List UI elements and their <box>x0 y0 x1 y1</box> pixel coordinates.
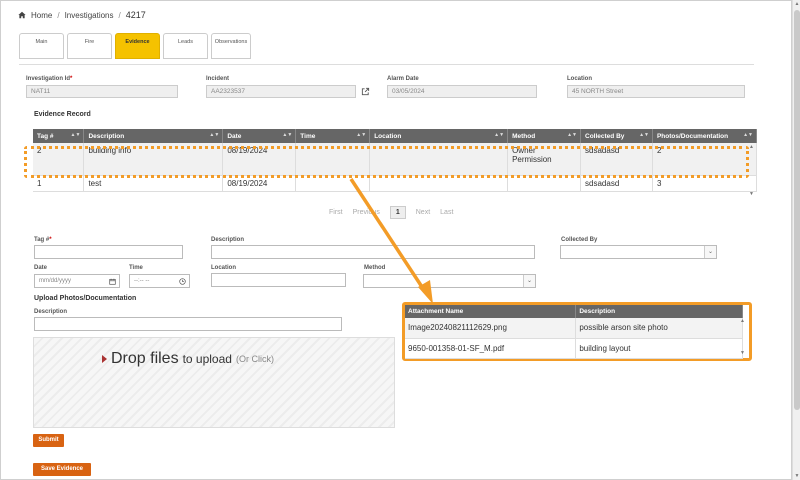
date-label: Date <box>34 265 48 271</box>
submit-button[interactable]: Submit <box>33 434 64 447</box>
attachments-header: Attachment Name Description <box>405 305 743 318</box>
time-placeholder: --:-- -- <box>134 278 150 284</box>
pager-next[interactable]: Next <box>416 209 430 216</box>
col-tag[interactable]: Tag # ▲▼ <box>33 129 85 143</box>
tab-main[interactable]: Main <box>19 33 64 59</box>
sort-icon: ▲▼ <box>209 132 220 138</box>
location-label: Location <box>567 76 592 82</box>
scroll-thumb[interactable] <box>794 10 800 410</box>
sort-icon: ▲▼ <box>494 132 505 138</box>
upload-title: Upload Photos/Documentation <box>34 295 137 302</box>
calendar-icon[interactable] <box>109 278 116 285</box>
dropzone-label[interactable]: Drop files to upload (Or Click) <box>102 350 274 368</box>
col-location[interactable]: Location ▲▼ <box>369 129 509 143</box>
sort-icon: ▲▼ <box>743 132 753 138</box>
method-select[interactable]: ⌄ <box>363 274 536 288</box>
caret-right-icon <box>102 355 107 363</box>
collected-by-select[interactable]: ⌄ <box>560 245 717 259</box>
col-time[interactable]: Time ▲▼ <box>295 129 371 143</box>
scroll-up-icon[interactable]: ▲ <box>740 318 745 324</box>
drop-hint-text: (Or Click) <box>235 354 274 364</box>
tab-fire[interactable]: Fire <box>67 33 112 59</box>
location-form-label: Location <box>211 265 236 271</box>
scroll-up-icon[interactable]: ▲ <box>794 1 800 7</box>
pager-page[interactable]: 1 <box>389 206 406 219</box>
tab-divider <box>19 64 754 65</box>
tab-leads[interactable]: Leads <box>163 33 208 59</box>
breadcrumb-home[interactable]: Home <box>31 11 52 20</box>
investigation-id-label: Investigation Id* <box>26 76 73 82</box>
chevron-down-icon: ⌄ <box>704 246 716 258</box>
row-highlight <box>24 146 749 178</box>
sort-icon: ▲▼ <box>356 132 367 138</box>
sort-icon: ▲▼ <box>639 132 649 138</box>
tab-observations[interactable]: Observations <box>211 33 251 59</box>
breadcrumb-separator: / <box>118 10 121 20</box>
pager-last[interactable]: Last <box>440 209 453 216</box>
sort-icon: ▲▼ <box>70 132 81 138</box>
cell-attachment-name[interactable]: Image20240821112629.png <box>405 318 577 339</box>
breadcrumb-current: 4217 <box>125 10 146 20</box>
date-input[interactable]: mm/dd/yyyy <box>34 274 120 288</box>
col-photos[interactable]: Photos/Documentation ▲▼ <box>652 129 758 143</box>
drop-sub-text: to upload <box>182 352 232 366</box>
cell-attachment-description: building layout <box>575 338 743 359</box>
method-label: Method <box>364 265 386 271</box>
alarm-date-label: Alarm Date <box>387 76 419 82</box>
pager-first[interactable]: First <box>329 209 343 216</box>
breadcrumb-separator: / <box>57 10 60 20</box>
upload-description-label: Description <box>34 309 68 315</box>
evidence-table-header: Tag # ▲▼ Description ▲▼ Date ▲▼ Time ▲▼ Loca… <box>33 129 758 143</box>
clock-icon[interactable] <box>179 278 186 285</box>
sort-icon: ▲▼ <box>282 132 293 138</box>
home-icon <box>18 11 26 19</box>
location-input[interactable] <box>211 273 346 287</box>
collected-by-label: Collected By <box>561 237 598 243</box>
sort-icon: ▲▼ <box>567 132 578 138</box>
col-attachment-name[interactable]: Attachment Name <box>405 305 577 318</box>
chevron-down-icon: ⌄ <box>523 275 535 287</box>
date-placeholder: mm/dd/yyyy <box>39 278 72 284</box>
time-label: Time <box>129 265 143 271</box>
incident-field: AA2323537 <box>206 85 356 98</box>
scroll-down-icon[interactable]: ▼ <box>749 191 754 197</box>
col-attachment-description[interactable]: Description <box>575 305 743 318</box>
incident-label: Incident <box>206 76 230 82</box>
pager-previous[interactable]: Previous <box>353 209 380 216</box>
page-scrollbar[interactable]: ▲ ▼ <box>792 0 800 480</box>
table-row[interactable]: 9650-001358-01-SF_M.pdf building layout <box>405 338 743 359</box>
evidence-record-title: Evidence Record <box>34 111 91 118</box>
breadcrumb: Home / Investigations / 4217 <box>18 10 146 20</box>
tab-bar: Main Fire Evidence Leads Observations <box>19 33 251 59</box>
external-link-icon[interactable] <box>361 87 370 96</box>
tab-evidence[interactable]: Evidence <box>115 33 160 59</box>
cell-attachment-name[interactable]: 9650-001358-01-SF_M.pdf <box>405 338 577 359</box>
table-scrollbar[interactable]: ▲ ▼ <box>749 144 757 197</box>
drop-main-text: Drop files <box>111 350 179 367</box>
attachments-scrollbar[interactable]: ▲ ▼ <box>740 318 748 356</box>
cell-attachment-description: possible arson site photo <box>575 318 743 339</box>
save-evidence-button[interactable]: Save Evidence <box>33 463 91 476</box>
tag-input[interactable] <box>34 245 183 259</box>
col-method[interactable]: Method ▲▼ <box>507 129 582 143</box>
scroll-down-icon[interactable]: ▼ <box>740 350 745 356</box>
tag-label: Tag #* <box>34 237 52 243</box>
attachments-table: Attachment Name Description Image2024082… <box>405 305 743 359</box>
investigation-id-field: NAT11 <box>26 85 178 98</box>
col-description[interactable]: Description ▲▼ <box>83 129 224 143</box>
scroll-down-icon[interactable]: ▼ <box>794 473 800 479</box>
upload-description-input[interactable] <box>34 317 342 331</box>
breadcrumb-investigations[interactable]: Investigations <box>65 11 114 20</box>
alarm-date-field: 03/05/2024 <box>387 85 537 98</box>
location-field: 45 NORTH Street <box>567 85 745 98</box>
table-row[interactable]: Image20240821112629.png possible arson s… <box>405 318 743 339</box>
pagination: First Previous 1 Next Last <box>329 206 453 219</box>
time-input[interactable]: --:-- -- <box>129 274 190 288</box>
description-input[interactable] <box>211 245 535 259</box>
col-date[interactable]: Date ▲▼ <box>222 129 297 143</box>
description-label: Description <box>211 237 245 243</box>
col-collected-by[interactable]: Collected By ▲▼ <box>580 129 653 143</box>
scroll-up-icon[interactable]: ▲ <box>749 144 754 150</box>
